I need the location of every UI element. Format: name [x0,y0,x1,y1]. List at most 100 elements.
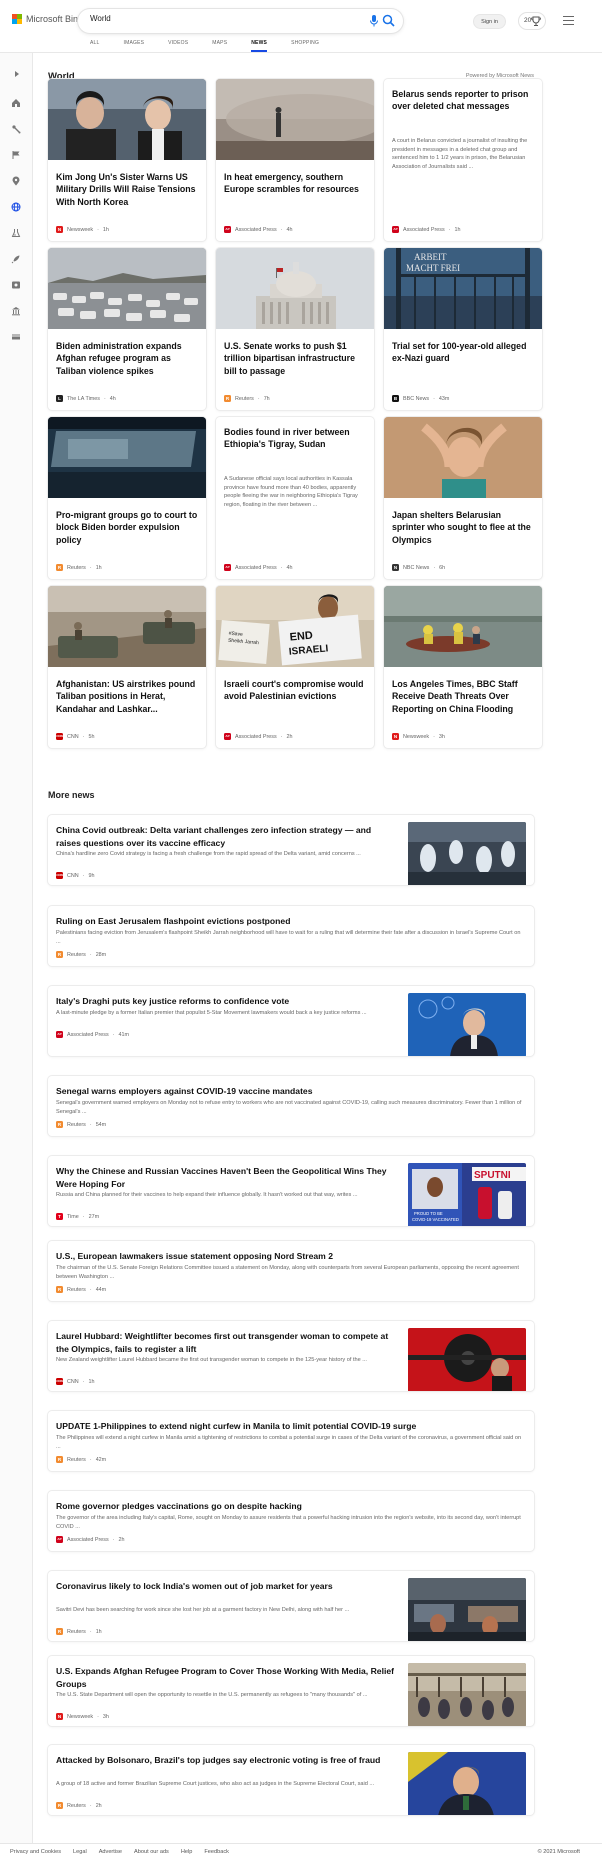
sports-icon[interactable] [11,124,21,134]
news-title[interactable]: UPDATE 1-Philippines to extend night cur… [56,1420,526,1433]
card-title[interactable]: U.S. Senate works to push $1 trillion bi… [224,340,366,377]
news-thumbnail[interactable]: SPUTNI PROUD TO BECOVID-19 VACCINATED [408,1163,526,1226]
news-card[interactable]: Los Angeles Times, BBC Staff Receive Dea… [384,586,542,748]
news-thumbnail[interactable] [408,822,526,885]
footer-link-privacy-and-cookies[interactable]: Privacy and Cookies [10,1849,61,1855]
source-name: NBC News [403,564,430,571]
news-title[interactable]: China Covid outbreak: Delta variant chal… [56,824,396,849]
news-card[interactable]: Japan shelters Belarusian sprinter who s… [384,417,542,579]
news-list-item[interactable]: Ruling on East Jerusalem flashpoint evic… [48,906,534,966]
news-card[interactable]: Afghanistan: US airstrikes pound Taliban… [48,586,206,748]
search-box[interactable] [78,9,403,33]
tab-news[interactable]: NEWS [251,40,268,52]
news-card[interactable]: Belarus sends reporter to prison over de… [384,79,542,241]
news-thumbnail[interactable] [408,993,526,1056]
card-title[interactable]: Los Angeles Times, BBC Staff Receive Dea… [392,678,534,715]
news-list-item[interactable]: Senegal warns employers against COVID-19… [48,1076,534,1136]
card-title[interactable]: Israeli court's compromise would avoid P… [224,678,366,703]
source-time: 42m [95,1456,107,1463]
news-list-item[interactable]: Laurel Hubbard: Weightlifter becomes fir… [48,1321,534,1391]
svg-text:COVID-19 VACCINATED: COVID-19 VACCINATED [412,1217,459,1222]
news-description: The governor of the area including Italy… [56,1515,521,1530]
news-title[interactable]: Rome governor pledges vaccinations go on… [56,1500,526,1513]
card-title[interactable]: Trial set for 100-year-old alleged ex-Na… [392,340,534,365]
bank-icon[interactable] [11,306,21,316]
news-list-item[interactable]: UPDATE 1-Philippines to extend night cur… [48,1411,534,1471]
news-card[interactable]: Bodies found in river between Ethiopia's… [216,417,374,579]
source-time: 27m [88,1213,100,1220]
tab-images[interactable]: IMAGES [124,40,145,52]
search-input[interactable] [90,14,340,23]
entertainment-icon[interactable] [11,280,21,290]
sign-in-button[interactable]: Sign in [473,14,506,29]
card-title[interactable]: Bodies found in river between Ethiopia's… [224,426,366,451]
footer-link-legal[interactable]: Legal [73,1849,87,1855]
footer-link-feedback[interactable]: Feedback [204,1849,229,1855]
source-time: 1h [88,1378,95,1385]
news-thumbnail[interactable] [408,1663,526,1726]
news-title[interactable]: Senegal warns employers against COVID-19… [56,1085,526,1098]
home-icon[interactable] [11,98,21,108]
tab-shopping[interactable]: SHOPPING [291,40,319,52]
news-card[interactable]: In heat emergency, southern Europe scram… [216,79,374,241]
tab-all[interactable]: ALL [90,40,100,52]
source-logo-icon: B [392,395,399,402]
news-list-item[interactable]: Rome governor pledges vaccinations go on… [48,1491,534,1551]
card-title[interactable]: Pro-migrant groups go to court to block … [56,509,198,546]
money-icon[interactable] [11,332,21,342]
news-title[interactable]: Why the Chinese and Russian Vaccines Hav… [56,1165,396,1190]
card-source: AP Associated Press · 4h [224,226,292,233]
location-icon[interactable] [11,176,21,186]
news-list-item[interactable]: U.S., European lawmakers issue statement… [48,1241,534,1301]
card-title[interactable]: In heat emergency, southern Europe scram… [224,171,366,196]
source-logo-icon: CNN [56,733,63,740]
card-title[interactable]: Afghanistan: US airstrikes pound Taliban… [56,678,198,715]
footer-link-advertise[interactable]: Advertise [99,1849,122,1855]
news-card[interactable]: ARBEIT MACHT FREI Trial set for 100-year-o… [384,248,542,410]
rewards-button[interactable]: 20 [518,12,546,30]
news-thumbnail[interactable] [408,1578,526,1641]
news-title[interactable]: U.S. Expands Afghan Refugee Program to C… [56,1665,396,1690]
news-card[interactable]: Kim Jong Un's Sister Warns US Military D… [48,79,206,241]
science-icon[interactable] [11,228,21,238]
card-title[interactable]: Kim Jong Un's Sister Warns US Military D… [56,171,198,208]
news-thumbnail[interactable] [408,1328,526,1391]
card-title[interactable]: Biden administration expands Afghan refu… [56,340,198,377]
news-title[interactable]: Ruling on East Jerusalem flashpoint evic… [56,915,526,928]
news-thumbnail[interactable] [408,1752,526,1815]
news-title[interactable]: Attacked by Bolsonaro, Brazil's top judg… [56,1754,396,1767]
globe-icon[interactable] [11,202,21,212]
news-card[interactable]: END ISRAELI #Save Sheikh Jarrah Israeli cour… [216,586,374,748]
news-card[interactable]: Pro-migrant groups go to court to block … [48,417,206,579]
source-time: 41m [118,1031,129,1038]
source-name: Reuters [67,1628,86,1635]
news-card[interactable]: Biden administration expands Afghan refu… [48,248,206,410]
news-list-item[interactable]: China Covid outbreak: Delta variant chal… [48,815,534,885]
news-list-item[interactable]: Coronavirus likely to lock India's women… [48,1571,534,1641]
card-title[interactable]: Belarus sends reporter to prison over de… [392,88,534,113]
footer-link-help[interactable]: Help [181,1849,193,1855]
hamburger-menu-icon[interactable] [563,16,574,25]
footer-link-about-our-ads[interactable]: About our ads [134,1849,169,1855]
bing-logo[interactable]: Microsoft Bing [12,14,83,24]
separator: · [103,395,106,402]
news-list-item[interactable]: U.S. Expands Afghan Refugee Program to C… [48,1656,534,1726]
news-list-item[interactable]: Attacked by Bolsonaro, Brazil's top judg… [48,1745,534,1815]
news-list-item[interactable]: Why the Chinese and Russian Vaccines Hav… [48,1156,534,1226]
news-list-item[interactable]: Italy's Draghi puts key justice reforms … [48,986,534,1056]
chevron-right-icon[interactable] [11,69,21,79]
search-icon[interactable] [382,14,395,27]
news-title[interactable]: U.S., European lawmakers issue statement… [56,1250,526,1263]
separator: · [448,226,451,233]
microphone-icon[interactable] [369,15,379,27]
news-title[interactable]: Coronavirus likely to lock India's women… [56,1580,396,1593]
tab-maps[interactable]: MAPS [212,40,227,52]
separator: · [89,1121,92,1128]
flag-icon[interactable] [11,150,21,160]
news-card[interactable]: U.S. Senate works to push $1 trillion bi… [216,248,374,410]
news-title[interactable]: Laurel Hubbard: Weightlifter becomes fir… [56,1330,396,1355]
news-title[interactable]: Italy's Draghi puts key justice reforms … [56,995,396,1008]
tab-videos[interactable]: VIDEOS [168,40,188,52]
card-title[interactable]: Japan shelters Belarusian sprinter who s… [392,509,534,546]
rocket-icon[interactable] [11,254,21,264]
